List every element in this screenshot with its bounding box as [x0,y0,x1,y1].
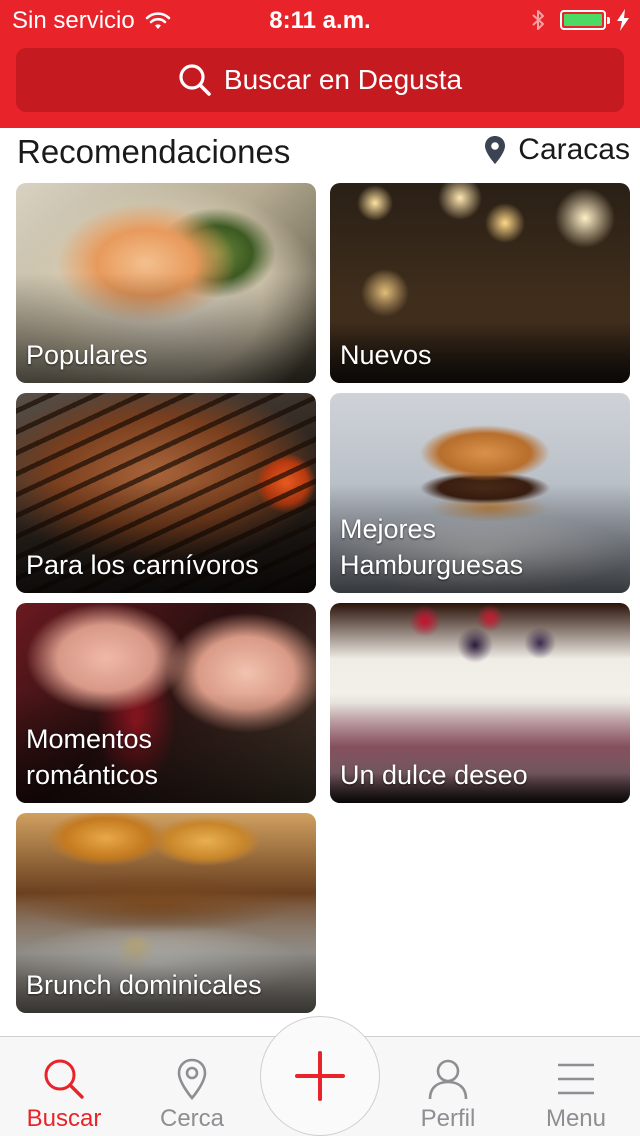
search-icon [44,1059,84,1099]
category-tile-romanticos[interactable]: Momentos románticos [16,603,316,803]
add-button[interactable] [260,1016,380,1136]
category-tile-hamburguesas[interactable]: Mejores Hamburguesas [330,393,630,593]
location-pin-icon [485,136,506,164]
search-label: Buscar en Degusta [223,64,463,95]
tile-label: Momentos románticos [26,724,159,790]
tab-label: Menu [545,1105,607,1132]
app-screen: Sin servicio 8:11 a.m. Buscar en Degusta… [0,0,640,1136]
bluetooth-icon [532,10,544,30]
tab-perfil[interactable]: Perfil [384,1037,512,1136]
search-icon [179,64,211,96]
header: Sin servicio 8:11 a.m. Buscar en Degusta [0,0,640,128]
category-tile-populares[interactable]: Populares [16,183,316,383]
hamburger-menu-icon [558,1063,594,1095]
search-bar[interactable]: Buscar en Degusta [16,48,624,112]
tile-label: Mejores Hamburguesas [340,514,524,580]
category-tile-carnivoros[interactable]: Para los carnívoros [16,393,316,593]
tile-label: Populares [26,340,148,370]
section-title: Recomendaciones [17,133,291,170]
tile-label: Un dulce deseo [340,760,528,790]
tab-cerca[interactable]: Cerca [128,1037,256,1136]
battery-icon [560,10,610,30]
tile-label: Nuevos [340,340,432,370]
tab-buscar[interactable]: Buscar [0,1037,128,1136]
person-icon [428,1059,468,1100]
tab-label: Buscar [26,1105,102,1132]
category-tile-brunch[interactable]: Brunch dominicales [16,813,316,1013]
location-pin-icon [177,1058,207,1100]
category-tile-nuevos[interactable]: Nuevos [330,183,630,383]
tile-label: Brunch dominicales [26,970,262,1000]
battery-tip [607,17,610,24]
plus-icon [295,1051,345,1101]
tile-label: Para los carnívoros [26,550,259,580]
tab-label: Perfil [420,1105,476,1132]
status-right [530,8,630,32]
category-tile-dulce[interactable]: Un dulce deseo [330,603,630,803]
tab-menu[interactable]: Menu [512,1037,640,1136]
location-label: Caracas [518,133,630,166]
charging-bolt-icon [617,9,629,31]
tab-label: Cerca [159,1105,225,1132]
status-bar: Sin servicio 8:11 a.m. [0,0,640,40]
location-selector[interactable]: Caracas [484,133,630,167]
battery-fill [564,14,602,26]
